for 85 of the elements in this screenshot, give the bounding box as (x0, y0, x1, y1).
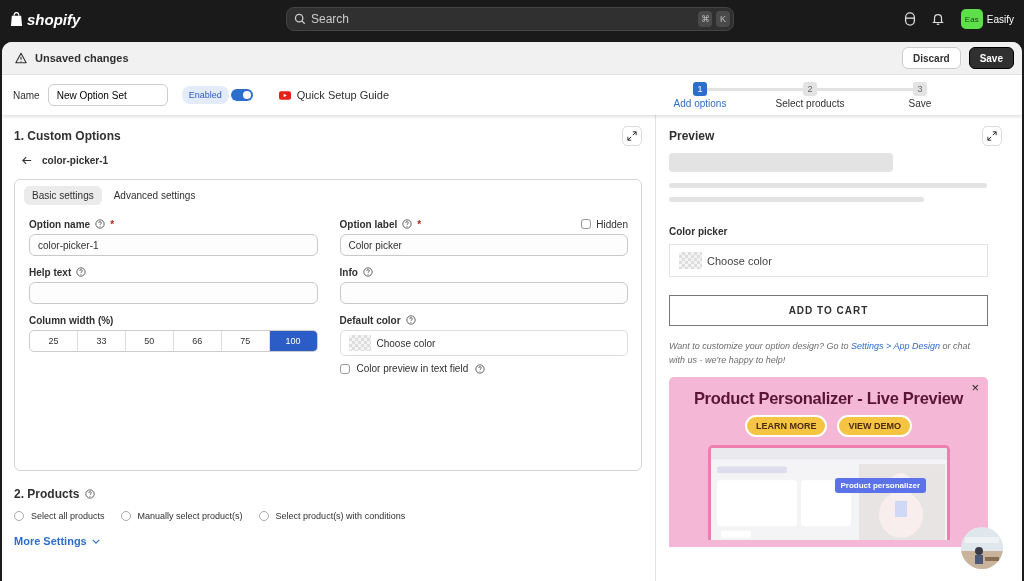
step-number: 3 (913, 81, 927, 96)
width-option[interactable]: 100 (269, 331, 317, 351)
field-label: Option name (29, 218, 91, 230)
name-label: Name (13, 89, 40, 101)
warning-icon (15, 52, 27, 64)
color-picker-text: Choose color (707, 254, 772, 267)
store-avatar[interactable]: Eas (960, 9, 983, 29)
required-mark: * (417, 218, 422, 230)
settings-tab[interactable]: Basic settings (24, 186, 102, 205)
store-name[interactable]: Easify (986, 13, 1014, 25)
section-title: 2. Products (14, 487, 80, 501)
add-to-cart-button[interactable]: ADD TO CART (669, 295, 988, 326)
help-text-field[interactable] (29, 282, 318, 304)
expand-icon (627, 131, 637, 141)
feature-tag: Product personalizer (834, 478, 927, 493)
step-label[interactable]: Add options (673, 97, 727, 109)
help-icon[interactable] (405, 315, 416, 325)
width-option[interactable]: 66 (173, 331, 222, 351)
color-preview-checkbox[interactable] (339, 363, 350, 374)
banner-button[interactable]: LEARN MORE (745, 415, 828, 437)
save-bar-title: Unsaved changes (35, 52, 129, 64)
color-picker-field[interactable]: Choose color (339, 330, 628, 356)
radio-label: Select all products (31, 511, 105, 521)
close-icon[interactable]: × (971, 380, 979, 395)
step-label[interactable]: Select products (775, 97, 845, 109)
field-label: Color picker (669, 226, 729, 237)
help-icon[interactable] (362, 267, 373, 277)
shortcut-key: K (716, 11, 730, 27)
status-badge: Enabled (181, 86, 229, 104)
help-icon[interactable] (95, 219, 106, 229)
expand-button[interactable] (622, 126, 642, 146)
step-number: 1 (693, 81, 707, 96)
field-label: Info (339, 266, 358, 278)
preview-title: Preview (669, 129, 715, 143)
width-option[interactable]: 50 (125, 331, 174, 351)
field-label: Help text (29, 266, 72, 278)
required-mark: * (110, 218, 115, 230)
more-settings-link[interactable]: More Settings (14, 535, 100, 547)
field-label: Option label (339, 218, 398, 230)
help-note: Want to customize your option design? Go to Settings > App Design or chat with us - we're happy to help! (669, 340, 971, 367)
back-arrow-icon[interactable] (22, 155, 32, 165)
settings-link[interactable]: Settings > App Design (850, 341, 940, 351)
help-icon[interactable] (402, 219, 413, 229)
search-icon (294, 13, 306, 25)
help-icon[interactable] (475, 363, 486, 374)
hidden-checkbox[interactable] (581, 219, 592, 229)
checkbox-label: Color preview in text field (356, 363, 469, 374)
radio-label: Manually select product(s) (137, 511, 243, 521)
logo-text[interactable]: shopify (27, 10, 81, 28)
chevron-down-icon (91, 538, 100, 544)
shortcut-key: ⌘ (698, 11, 712, 27)
option-title: color-picker-1 (42, 154, 109, 166)
name-field[interactable]: New Option Set (47, 84, 168, 106)
section-title: 1. Custom Options (14, 129, 121, 143)
width-option[interactable]: 33 (77, 331, 126, 351)
field-label: Column width (%) (29, 314, 114, 326)
settings-tab[interactable]: Advanced settings (105, 186, 204, 205)
discard-button[interactable]: Discard (901, 47, 961, 69)
field-label: Default color (339, 314, 401, 326)
help-icon[interactable] (85, 489, 96, 499)
checkbox-label: Hidden (596, 218, 628, 230)
transparent-swatch (679, 252, 702, 269)
notification-icon[interactable] (930, 12, 945, 26)
info-field[interactable] (339, 282, 628, 304)
help-icon[interactable] (76, 267, 87, 277)
radio-label: Select product(s) with conditions (275, 511, 406, 521)
banner-button[interactable]: VIEW DEMO (837, 415, 912, 437)
width-option[interactable]: 75 (221, 331, 270, 351)
video-icon (278, 90, 291, 100)
setup-guide-link[interactable]: Quick Setup Guide (296, 89, 390, 101)
step-label[interactable]: Save (908, 97, 932, 109)
mask-icon[interactable] (902, 12, 917, 26)
color-picker-field[interactable]: Choose color (669, 244, 988, 277)
option-name-field[interactable]: color-picker-1 (29, 234, 318, 256)
option-label-field[interactable]: Color picker (339, 234, 628, 256)
enabled-toggle[interactable] (230, 89, 253, 101)
color-picker-text: Choose color (376, 337, 436, 349)
expand-icon (987, 131, 997, 141)
step-number: 2 (803, 81, 817, 96)
width-option[interactable]: 25 (30, 331, 78, 351)
transparent-swatch (348, 335, 371, 351)
expand-button[interactable] (982, 126, 1002, 146)
shopping-bag-icon (10, 11, 23, 27)
banner-title: Product Personalizer - Live Preview (693, 389, 964, 408)
save-button[interactable]: Save (968, 47, 1014, 69)
